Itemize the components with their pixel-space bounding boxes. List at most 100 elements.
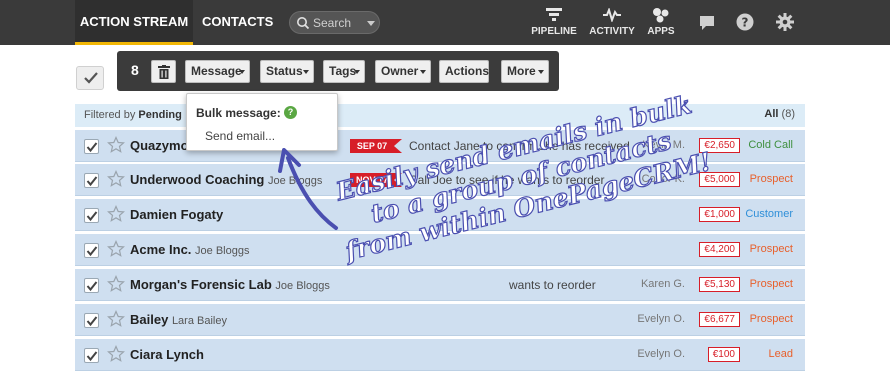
status-label[interactable]: Prospect [750, 243, 793, 255]
chevron-down-icon [303, 70, 309, 74]
top-navigation: ACTION STREAM CONTACTS Search PIPELINE A… [0, 0, 890, 45]
filter-text: Filtered by Pending [84, 109, 182, 121]
next-action[interactable]: wants to reorder [509, 278, 731, 292]
owner-name: Evelyn O. [637, 313, 685, 325]
checkmark-icon [86, 351, 98, 362]
checkmark-icon [86, 176, 98, 187]
row-checkbox[interactable] [84, 313, 99, 328]
table-row[interactable]: Ciara Lynch Evelyn O. €100 Lead [75, 339, 805, 371]
search-input[interactable]: Search [289, 11, 380, 34]
tags-button[interactable]: Tags [323, 60, 365, 83]
owner-name: Karen G. [640, 278, 685, 290]
star-icon[interactable] [107, 275, 125, 293]
contact-name[interactable]: Quazymo [130, 138, 189, 153]
activity-icon [603, 8, 621, 22]
search-icon [297, 17, 310, 30]
deal-value[interactable]: €6,677 [699, 312, 740, 327]
nav-help[interactable]: ? [732, 0, 758, 45]
deal-value[interactable]: €4,200 [699, 242, 740, 257]
tags-button-label: Tags [329, 64, 357, 78]
status-label[interactable]: Prospect [750, 313, 793, 325]
star-icon[interactable] [107, 170, 125, 188]
filter-prefix: Filtered by [84, 109, 136, 121]
app-window: ACTION STREAM CONTACTS Search PIPELINE A… [0, 0, 890, 376]
contact-name[interactable]: Damien Fogaty [130, 207, 223, 222]
checkmark-icon [86, 211, 98, 222]
nav-apps[interactable]: APPS [643, 0, 679, 45]
status-button-label: Status [266, 64, 303, 78]
chat-icon [700, 16, 714, 30]
deal-value[interactable]: €5,130 [699, 277, 740, 292]
contact-name[interactable]: Morgan's Forensic Lab Joe Bloggs [130, 277, 330, 292]
send-email-menu-item[interactable]: Send email... [205, 129, 275, 143]
company-name: Underwood Coaching [130, 172, 265, 187]
table-row[interactable]: Morgan's Forensic Lab Joe Bloggs wants to… [75, 269, 805, 301]
help-icon[interactable]: ? [284, 106, 297, 119]
status-label[interactable]: Prospect [750, 173, 793, 185]
company-name: Acme Inc. [130, 242, 192, 257]
tab-action-stream[interactable]: ACTION STREAM [75, 0, 193, 45]
status-label[interactable]: Prospect [750, 278, 793, 290]
contact-name[interactable]: Bailey Lara Bailey [130, 312, 227, 327]
contact-person: Joe Bloggs [275, 280, 330, 292]
status-button[interactable]: Status [260, 60, 314, 83]
status-label[interactable]: Lead [769, 348, 793, 360]
star-icon[interactable] [107, 240, 125, 258]
contact-name[interactable]: Ciara Lynch [130, 347, 204, 362]
table-row[interactable]: Bailey Lara Bailey Evelyn O. €6,677 Prospec… [75, 304, 805, 336]
star-icon[interactable] [107, 345, 125, 363]
bulk-message-heading: Bulk message: [196, 106, 281, 120]
contact-person: Lara Bailey [171, 315, 227, 327]
due-date-flag: SEP 07 [350, 139, 406, 153]
more-button[interactable]: More [501, 60, 549, 83]
tab-contacts[interactable]: CONTACTS [202, 0, 273, 45]
pipeline-icon [546, 8, 562, 21]
owner-name: Evelyn O. [637, 348, 685, 360]
status-label[interactable]: Cold Call [748, 139, 793, 151]
row-checkbox[interactable] [84, 173, 99, 188]
chevron-down-icon [239, 70, 245, 74]
star-icon[interactable] [107, 205, 125, 223]
nav-activity[interactable]: ACTIVITY [588, 0, 636, 45]
select-all-checkbox[interactable] [76, 66, 104, 90]
tab-contacts-label: CONTACTS [202, 14, 274, 29]
message-dropdown-menu: Bulk message: ? Send email... [186, 93, 338, 151]
nav-settings[interactable] [772, 0, 798, 45]
filter-all-count[interactable]: All (8) [764, 108, 795, 120]
nav-pipeline-label: PIPELINE [531, 26, 577, 37]
row-checkbox[interactable] [84, 278, 99, 293]
status-label[interactable]: Customer [745, 208, 793, 220]
row-checkbox[interactable] [84, 208, 99, 223]
contact-name[interactable]: Acme Inc. Joe Bloggs [130, 242, 249, 257]
deal-value[interactable]: €100 [707, 347, 740, 362]
company-name: Quazymo [130, 138, 189, 153]
deal-value[interactable]: €1,000 [699, 207, 740, 222]
checkmark-icon [86, 316, 98, 327]
owner-button[interactable]: Owner [375, 60, 431, 83]
flag-tail [394, 139, 402, 153]
gear-icon [776, 13, 794, 31]
checkmark-icon [86, 281, 98, 292]
star-icon[interactable] [107, 310, 125, 328]
search-dropdown-icon[interactable] [367, 21, 375, 26]
contact-name[interactable]: Underwood Coaching Joe Bloggs [130, 172, 322, 187]
row-checkbox[interactable] [84, 348, 99, 363]
star-icon[interactable] [107, 136, 125, 154]
actions-button[interactable]: Actions [439, 60, 489, 83]
message-button[interactable]: Message [185, 60, 250, 83]
row-checkbox[interactable] [84, 243, 99, 258]
checkmark-icon [86, 246, 98, 257]
contact-person: Joe Bloggs [195, 245, 250, 257]
more-button-label: More [507, 64, 536, 78]
nav-chat[interactable] [694, 0, 720, 45]
svg-text:?: ? [742, 16, 749, 30]
filter-value[interactable]: Pending [138, 109, 181, 121]
row-checkbox[interactable] [84, 139, 99, 154]
delete-button[interactable] [151, 60, 176, 83]
owner-button-label: Owner [381, 64, 419, 78]
message-button-label: Message [191, 64, 242, 78]
nav-pipeline[interactable]: PIPELINE [530, 0, 578, 45]
apps-icon [653, 8, 669, 23]
filter-all-label: All [764, 108, 779, 120]
selected-count: 8 [131, 62, 139, 78]
